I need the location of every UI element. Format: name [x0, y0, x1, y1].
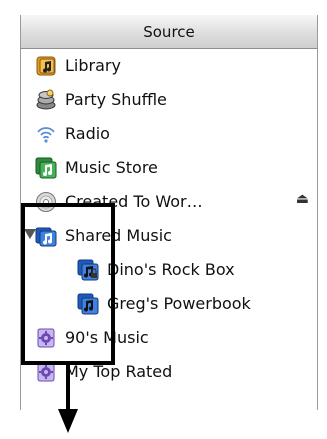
page: Source Library Party Shuffle Radio Music…	[0, 0, 327, 439]
shared-library-icon	[77, 259, 99, 281]
source-item-label: My Top Rated	[65, 362, 173, 381]
source-item-label: Dino's Rock Box	[107, 260, 235, 279]
shared-music-icon	[35, 225, 57, 247]
source-header-title: Source	[143, 22, 195, 41]
source-item-cd[interactable]: Created To Wor… ⏏	[21, 185, 317, 219]
library-icon	[35, 55, 57, 77]
source-item-label: Greg's Powerbook	[107, 294, 251, 313]
callout-arrow-line	[66, 365, 70, 411]
source-item-radio[interactable]: Radio	[21, 117, 317, 151]
source-item-dinos-rock-box[interactable]: Dino's Rock Box	[21, 253, 317, 287]
source-item-label: Library	[65, 56, 121, 75]
cd-icon	[35, 191, 57, 213]
source-item-shared-music[interactable]: Shared Music	[21, 219, 317, 253]
source-item-music-store[interactable]: Music Store	[21, 151, 317, 185]
shared-library-icon	[77, 293, 99, 315]
source-item-library[interactable]: Library	[21, 49, 317, 83]
smart-playlist-icon	[35, 361, 57, 383]
callout-arrow-head	[58, 409, 78, 433]
party-shuffle-icon	[35, 89, 57, 111]
source-item-label: Party Shuffle	[65, 90, 167, 109]
source-item-label: Radio	[65, 124, 110, 143]
source-item-label: Created To Wor…	[65, 192, 203, 211]
smart-playlist-icon	[35, 327, 57, 349]
source-item-gregs-powerbook[interactable]: Greg's Powerbook	[21, 287, 317, 321]
source-item-label: 90's Music	[65, 328, 149, 347]
eject-icon[interactable]: ⏏	[296, 191, 309, 207]
source-item-90s-music[interactable]: 90's Music	[21, 321, 317, 355]
source-header[interactable]: Source	[21, 15, 317, 49]
source-panel: Source Library Party Shuffle Radio Music…	[20, 15, 318, 410]
source-item-party-shuffle[interactable]: Party Shuffle	[21, 83, 317, 117]
radio-icon	[35, 123, 57, 145]
source-item-label: Shared Music	[65, 226, 172, 245]
music-store-icon	[35, 157, 57, 179]
source-item-label: Music Store	[65, 158, 158, 177]
